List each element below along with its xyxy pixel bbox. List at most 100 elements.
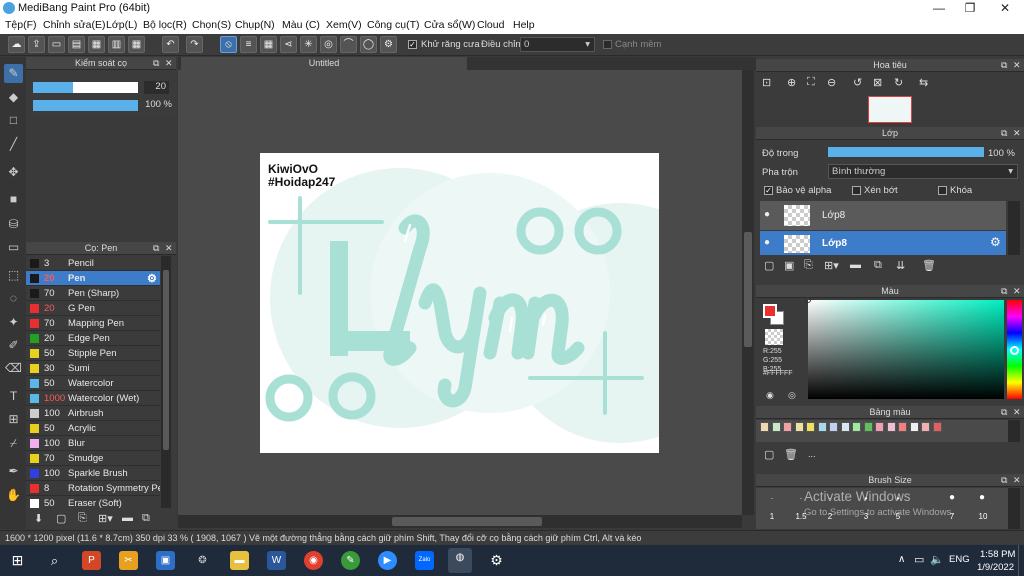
snip-icon[interactable]: ✂ [119, 551, 138, 570]
menu-view[interactable]: Xem(V) [326, 19, 362, 31]
menu-select[interactable]: Chọn(S) [192, 19, 231, 31]
workspace-vscrollbar[interactable] [742, 70, 754, 515]
clipping-checkbox[interactable] [852, 186, 861, 195]
duplicate-icon[interactable]: ⧉ [142, 512, 150, 525]
palette-scrollbar[interactable] [1008, 420, 1020, 442]
merge-layer-icon[interactable]: ⇊ [896, 259, 905, 272]
actual-size-icon[interactable]: ⊠ [873, 76, 882, 89]
menu-cloud[interactable]: Cloud [477, 19, 504, 31]
lasso-tool-icon[interactable]: ◌ [4, 289, 23, 308]
close-button[interactable]: ✕ [990, 1, 1020, 16]
palette-more[interactable]: ... [808, 449, 816, 459]
network-icon[interactable]: ▭ [914, 553, 924, 566]
navigator-thumbnail[interactable] [868, 96, 912, 123]
maximize-button[interactable]: ❐ [955, 1, 985, 16]
menu-window[interactable]: Cửa sổ(W) [424, 19, 475, 31]
file-explorer-icon[interactable]: ▬ [230, 551, 249, 570]
brush-item[interactable]: 70 Smudge [26, 451, 160, 466]
zalo-icon[interactable]: Zalo [415, 551, 434, 570]
close-icon[interactable]: ✕ [165, 242, 173, 255]
color-wheel-icon[interactable]: ◉ [766, 390, 774, 401]
brush-item[interactable]: 20 G Pen [26, 301, 160, 316]
divide-tool-icon[interactable]: ⊞ [4, 410, 23, 429]
search-icon[interactable]: ⌕ [45, 551, 64, 570]
menu-edit[interactable]: Chỉnh sửa(E) [43, 19, 105, 31]
brush-item[interactable]: 50 Watercolor [26, 376, 160, 391]
doc-icon[interactable]: ▦ [88, 36, 105, 53]
palette-swatch[interactable] [852, 422, 861, 432]
snap-off-icon[interactable]: ⦸ [220, 36, 237, 53]
fit-window-icon[interactable]: ⛶ [807, 76, 815, 89]
close-icon[interactable]: ✕ [1013, 406, 1021, 419]
visibility-eye-icon[interactable]: ● [764, 237, 770, 248]
eraser-tool-icon[interactable]: ◆ [4, 88, 23, 107]
document-tab[interactable]: Untitled [181, 57, 467, 70]
minimize-button[interactable]: — [924, 1, 954, 16]
brush-item[interactable]: 50 Acrylic [26, 421, 160, 436]
brush-item[interactable]: 100 Airbrush [26, 406, 160, 421]
palette-swatch[interactable] [932, 422, 942, 432]
menu-capture[interactable]: Chụp(N) [235, 19, 275, 31]
bucket-tool-icon[interactable]: ⛁ [4, 215, 23, 234]
new-palette-icon[interactable]: ▢ [764, 448, 774, 461]
undo-icon[interactable]: ↶ [162, 36, 179, 53]
palette-swatch[interactable] [863, 422, 873, 432]
blend-mode-dropdown[interactable]: Bình thường ▾ [828, 164, 1018, 179]
select-eraser-tool-icon[interactable]: ⌫ [4, 359, 23, 378]
palette-swatch[interactable] [794, 422, 804, 432]
layer-row-selected[interactable]: ● Lớp8 ⚙ [760, 231, 1006, 255]
settings-app-icon[interactable]: ❂ [193, 551, 212, 570]
visibility-eye-icon[interactable]: ● [764, 209, 770, 220]
grid-icon[interactable]: ▥ [108, 36, 125, 53]
palette-swatch[interactable] [771, 422, 781, 432]
chevron-up-icon[interactable]: ∧ [898, 554, 905, 565]
dropper-tool-icon[interactable]: ✒ [4, 462, 23, 481]
flip-icon[interactable]: ⇆ [919, 76, 928, 89]
undock-icon[interactable]: ⧉ [1001, 406, 1007, 419]
zoom-fit-icon[interactable]: ⊡ [762, 76, 771, 89]
menu-tools[interactable]: Công cụ(T) [367, 19, 420, 31]
palette-swatch[interactable] [886, 422, 896, 432]
lock-checkbox[interactable] [938, 186, 947, 195]
coccoc-icon[interactable]: ✎ [341, 551, 360, 570]
copy-layer-icon[interactable]: ⎘ [804, 259, 813, 272]
parallel-snap-icon[interactable]: ≡ [240, 36, 257, 53]
workspace-hscrollbar[interactable] [178, 515, 742, 528]
rotate-left-icon[interactable]: ↺ [853, 76, 862, 89]
volume-icon[interactable]: 🔈 [930, 553, 944, 566]
primary-color-swatch[interactable] [763, 304, 777, 318]
undock-icon[interactable]: ⧉ [153, 57, 159, 70]
palette-swatch[interactable] [898, 422, 907, 432]
menu-file[interactable]: Tệp(F) [5, 19, 37, 31]
layer-opacity-slider[interactable] [828, 147, 984, 157]
ellipse-snap-icon[interactable]: ◯ [360, 36, 377, 53]
zoom-icon[interactable]: ▶ [378, 551, 397, 570]
drawing-canvas[interactable]: KiwiOvO #Hoidap247 [260, 153, 659, 453]
undock-icon[interactable]: ⧉ [1001, 59, 1007, 72]
text-tool-icon[interactable]: T [4, 387, 23, 406]
clock-time[interactable]: 1:58 PM [980, 549, 1015, 560]
saturation-value-picker[interactable] [805, 297, 1004, 399]
panel-icon[interactable]: ▤ [68, 36, 85, 53]
fill-rect-tool-icon[interactable]: ■ [4, 190, 23, 209]
select-tool-icon[interactable]: ⬚ [4, 266, 23, 285]
brush-list-scrollbar[interactable] [161, 256, 171, 508]
undock-icon[interactable]: ⧉ [1001, 474, 1007, 487]
redo-icon[interactable]: ↷ [186, 36, 203, 53]
delete-layer-icon[interactable]: 🗑 [922, 259, 936, 272]
close-icon[interactable]: ✕ [1013, 59, 1021, 72]
brush-item[interactable]: 8 Rotation Symmetry Pen [26, 481, 160, 496]
clock-date[interactable]: 1/9/2022 [977, 562, 1014, 573]
medibang-icon[interactable]: ◍ [448, 548, 472, 573]
chrome-icon[interactable]: ◉ [304, 551, 323, 570]
circle-snap-icon[interactable]: ◎ [320, 36, 337, 53]
rectangle-tool-icon[interactable]: □ [4, 111, 23, 130]
settings-gear-icon[interactable]: ⚙ [380, 36, 397, 53]
antialias-checkbox[interactable]: ✓ [408, 40, 417, 49]
cloud-icon[interactable]: ☁ [8, 36, 25, 53]
cross-snap-icon[interactable]: ▦ [260, 36, 277, 53]
move-tool-icon[interactable]: ✥ [4, 163, 23, 182]
palette-swatch[interactable] [840, 422, 850, 432]
palette-swatch[interactable] [909, 422, 919, 432]
brush-size-value[interactable]: 20 [144, 81, 169, 94]
